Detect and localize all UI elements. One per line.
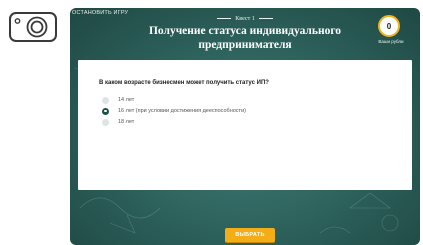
- quest-label-text: Квест 1: [235, 16, 255, 22]
- dash-left: [217, 18, 232, 20]
- option-label: 14 лет: [118, 97, 135, 103]
- option-16[interactable]: 16 лет (при условии достижения дееспособ…: [102, 106, 246, 116]
- choose-button[interactable]: ВЫБРАТЬ: [225, 228, 275, 242]
- quest-title: Получение статуса индивидуального предпр…: [148, 25, 342, 51]
- dash-right: [258, 18, 273, 20]
- option-label: 18 лет: [118, 119, 135, 125]
- score-label: Ваши рубли: [378, 39, 404, 44]
- score-badge: 0: [378, 15, 400, 37]
- camera-icon: [14, 16, 48, 38]
- radio-button-selected[interactable]: [102, 107, 109, 115]
- radio-button[interactable]: [102, 96, 109, 104]
- option-label: 16 лет (при условии достижения дееспособ…: [118, 108, 246, 114]
- game-board: ОСТАНОВИТЬ ИГРУ Квест 1 Получение статус…: [70, 8, 420, 245]
- option-14[interactable]: 14 лет: [102, 95, 134, 105]
- question-card: В каком возрасте бизнесмен может получит…: [78, 60, 412, 190]
- radio-button[interactable]: [102, 118, 109, 126]
- quest-label: Квест 1: [70, 16, 420, 22]
- question-text: В каком возрасте бизнесмен может получит…: [99, 80, 269, 86]
- option-18[interactable]: 18 лет: [102, 117, 134, 127]
- screenshot-button[interactable]: [9, 12, 57, 42]
